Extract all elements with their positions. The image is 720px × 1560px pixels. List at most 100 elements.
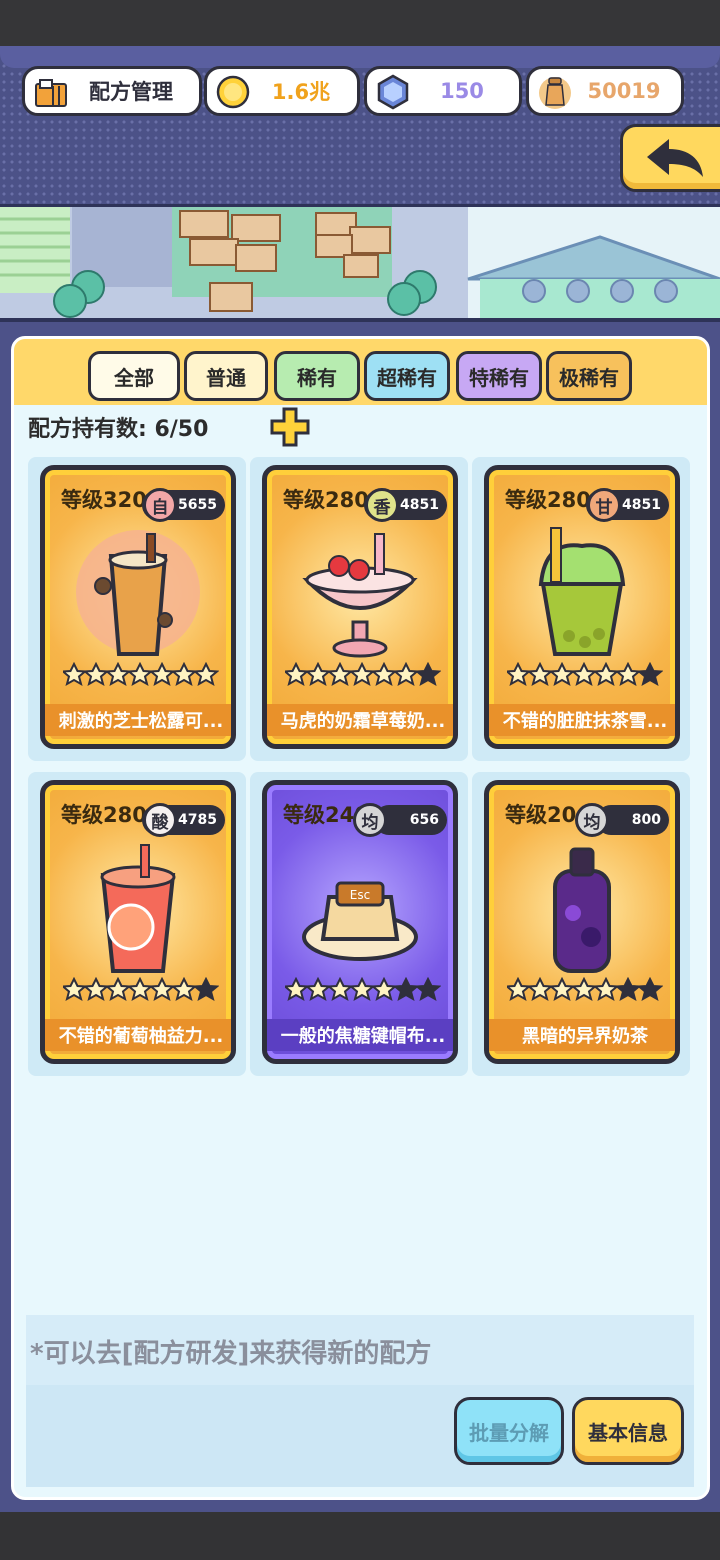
star-rating	[285, 977, 441, 1002]
caramel-pudding-icon: Esc	[302, 881, 418, 961]
matcha-frappe-icon	[538, 527, 626, 656]
card-name: 刺激的芝士松露可...	[45, 704, 231, 736]
star-rating	[507, 977, 663, 1002]
star-icon	[507, 662, 532, 687]
flavor-badge: 甘	[587, 488, 621, 522]
milk-tea-bottle-icon	[539, 77, 571, 109]
tab-super-rare[interactable]: 超稀有	[364, 351, 450, 401]
batch-decompose-button[interactable]: 批量分解	[454, 1397, 564, 1465]
star-icon	[392, 662, 420, 687]
flavor-badge: 香	[365, 488, 399, 522]
nav-bar-area	[0, 1512, 720, 1560]
recipe-slot: 等级240 656 均 Esc 一般的焦糖键帽布...	[250, 772, 468, 1076]
star-icon	[414, 662, 441, 687]
card-level: 等级20	[505, 803, 577, 827]
star-icon	[548, 977, 576, 1002]
hint-text: *可以去[配方研发]来获得新的配方	[26, 1315, 694, 1387]
star-icon	[636, 662, 663, 687]
recipe-card[interactable]: 等级20 800 均 黑暗的异界奶茶	[484, 780, 680, 1064]
recipe-slot: 等级280 4785 酸 不错的葡萄柚益力...	[28, 772, 246, 1076]
star-rating	[63, 977, 219, 1002]
page-title: 配方管理	[89, 80, 173, 104]
flavor-badge: 自	[143, 488, 177, 522]
back-arrow-icon	[647, 139, 703, 177]
star-icon	[414, 977, 441, 1002]
coin-pill[interactable]: 1.6兆	[204, 66, 360, 116]
star-icon	[304, 662, 332, 687]
gem-pill[interactable]: 150	[364, 66, 522, 116]
coin-icon	[216, 75, 250, 109]
recipe-card[interactable]: 等级280 4785 酸 不错的葡萄柚益力...	[40, 780, 236, 1064]
star-icon	[170, 662, 198, 687]
star-icon	[348, 662, 376, 687]
header-band	[0, 46, 720, 68]
star-rating	[285, 662, 441, 687]
tab-ultra-rare[interactable]: 极稀有	[546, 351, 632, 401]
star-icon	[370, 662, 398, 687]
star-rating	[507, 662, 663, 687]
recipe-card[interactable]: 等级240 656 均 Esc 一般的焦糖键帽布...	[262, 780, 458, 1064]
star-icon	[526, 662, 554, 687]
tab-common[interactable]: 普通	[184, 351, 268, 401]
tab-all[interactable]: 全部	[88, 351, 180, 401]
dark-bottle-icon	[553, 847, 611, 973]
status-bar-area	[0, 0, 720, 46]
bottle-pill[interactable]: 50019	[526, 66, 684, 116]
recipe-card[interactable]: 等级280 4851 甘 不错的脏脏抹茶雪...	[484, 465, 680, 749]
star-icon	[592, 977, 620, 1002]
card-level: 等级320	[61, 488, 147, 512]
title-pill: 配方管理	[22, 66, 202, 116]
star-rating	[63, 662, 219, 687]
card-level: 等级280	[61, 803, 147, 827]
star-icon	[285, 977, 310, 1002]
star-icon	[326, 662, 354, 687]
recipe-panel: 全部 普通 稀有 超稀有 特稀有 极稀有 配方持有数: 6/50 等级320 5…	[11, 336, 710, 1500]
star-icon	[614, 977, 642, 1002]
star-icon	[392, 977, 420, 1002]
star-icon	[148, 977, 176, 1002]
recipe-folder-icon	[35, 79, 67, 107]
card-name: 马虎的奶霜草莓奶...	[267, 704, 453, 736]
gem-amount: 150	[440, 79, 484, 103]
star-icon	[104, 977, 132, 1002]
star-icon	[570, 662, 598, 687]
star-icon	[570, 977, 598, 1002]
star-icon	[63, 662, 88, 687]
basic-info-button[interactable]: 基本信息	[572, 1397, 684, 1465]
star-icon	[192, 662, 219, 687]
street-illustration	[0, 207, 720, 318]
card-name: 一般的焦糖键帽布...	[267, 1019, 453, 1051]
star-icon	[636, 977, 663, 1002]
recipe-slot: 等级280 4851 甘 不错的脏脏抹茶雪...	[472, 457, 690, 761]
plus-icon[interactable]	[270, 407, 310, 447]
owned-count: 配方持有数: 6/50	[28, 417, 209, 442]
card-level: 等级280	[505, 488, 591, 512]
star-icon	[592, 662, 620, 687]
card-name: 不错的葡萄柚益力...	[45, 1019, 231, 1051]
recipe-card[interactable]: 等级280 4851 香 马虎的奶霜草莓奶...	[262, 465, 458, 749]
star-icon	[348, 977, 376, 1002]
star-icon	[614, 662, 642, 687]
star-icon	[548, 662, 576, 687]
star-icon	[304, 977, 332, 1002]
flavor-badge: 均	[575, 803, 609, 837]
bottle-amount: 50019	[587, 79, 661, 103]
recipe-slot: 等级320 5655 自 刺激的芝士松露可...	[28, 457, 246, 761]
tab-special-rare[interactable]: 特稀有	[456, 351, 542, 401]
grapefruit-tea-icon	[100, 844, 176, 973]
svg-text:Esc: Esc	[350, 888, 370, 902]
star-icon	[104, 662, 132, 687]
shop-scene	[0, 204, 720, 322]
strawberry-sundae-icon	[302, 533, 418, 658]
truffle-coffee-icon	[76, 530, 200, 656]
card-name: 黑暗的异界奶茶	[489, 1019, 675, 1051]
star-icon	[526, 977, 554, 1002]
star-icon	[63, 977, 88, 1002]
coin-amount: 1.6兆	[271, 80, 331, 104]
star-icon	[82, 977, 110, 1002]
star-icon	[285, 662, 310, 687]
tab-rare[interactable]: 稀有	[274, 351, 360, 401]
back-button[interactable]	[620, 124, 720, 192]
recipe-slot: 等级20 800 均 黑暗的异界奶茶	[472, 772, 690, 1076]
recipe-card[interactable]: 等级320 5655 自 刺激的芝士松露可...	[40, 465, 236, 749]
